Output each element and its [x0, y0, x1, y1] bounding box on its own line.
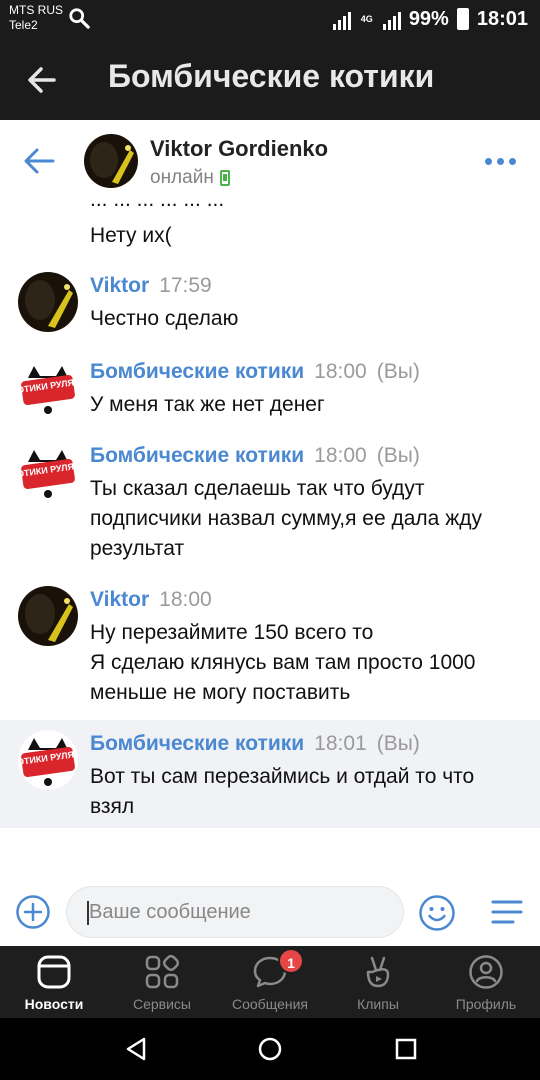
message-input[interactable]: Ваше сообщение: [66, 886, 404, 938]
profile-icon: [469, 955, 503, 989]
message-composer: Ваше сообщение: [0, 880, 540, 946]
message-meta: Бомбические котики 18:01 (Вы): [90, 732, 420, 756]
tab-messages[interactable]: 1 Сообщения: [216, 946, 324, 1018]
page-title: Бомбические котики: [108, 58, 435, 94]
back-arrow-icon[interactable]: [24, 62, 60, 98]
message-author[interactable]: Viktor: [90, 274, 149, 297]
unread-badge: 1: [278, 948, 304, 974]
own-message-marker: (Вы): [376, 444, 420, 467]
clock: 18:01: [476, 7, 528, 30]
tab-label: Профиль: [455, 996, 517, 1012]
chat-header: Viktor Gordienko онлайн: [0, 120, 540, 202]
signal-icon-secondary: [382, 8, 401, 30]
message-item[interactable]: КОТИКИ РУЛЯТ Бомбические котики 18:00 (Вы)…: [0, 436, 540, 566]
avatar[interactable]: [18, 272, 78, 332]
message-author[interactable]: Бомбические котики: [90, 360, 304, 383]
message-text: У меня так же нет денег: [90, 393, 325, 416]
carrier-secondary: Tele2: [9, 18, 38, 32]
message-author[interactable]: Бомбические котики: [90, 732, 304, 755]
online-status: онлайн: [150, 167, 230, 189]
back-triangle-icon[interactable]: [122, 1035, 150, 1063]
signal-icon: [332, 8, 351, 30]
emoji-icon[interactable]: [418, 894, 456, 932]
bottom-tab-bar: Новости Сервисы 1 Сообщения Клипы Профил…: [0, 946, 540, 1018]
network-type: 4G: [360, 13, 373, 24]
add-attachment-icon[interactable]: [15, 894, 51, 930]
own-message-marker: (Вы): [376, 732, 420, 755]
message-input-placeholder: Ваше сообщение: [89, 901, 251, 923]
online-status-text: онлайн: [150, 167, 214, 188]
message-meta: Бомбические котики 18:00 (Вы): [90, 360, 420, 384]
status-bar: MTS RUS Tele2 4G 99% 18:01: [0, 0, 540, 38]
message-time: 18:00: [159, 588, 212, 611]
message-time: 17:59: [159, 274, 212, 297]
avatar[interactable]: [18, 586, 78, 646]
own-message-marker: (Вы): [376, 360, 420, 383]
message-item[interactable]: Viktor 17:59 Честно сделаю: [0, 266, 540, 342]
message-text: Честно сделаю: [90, 307, 239, 330]
tab-label: Клипы: [357, 996, 399, 1012]
status-indicators: 4G 99% 18:01: [332, 0, 528, 38]
message-author[interactable]: Бомбические котики: [90, 444, 304, 467]
group-avatar[interactable]: КОТИКИ РУЛЯТ: [18, 730, 78, 790]
conversation-top-bar: Бомбические котики: [0, 38, 540, 120]
message-text: Ты сказал сделаешь так что будут подписч…: [90, 477, 482, 560]
more-icon[interactable]: [485, 158, 516, 165]
tab-clips[interactable]: Клипы: [324, 946, 432, 1018]
tab-label: Сообщения: [232, 996, 308, 1012]
tab-services[interactable]: Сервисы: [108, 946, 216, 1018]
message-time: 18:00: [314, 444, 367, 467]
avatar[interactable]: [84, 134, 138, 188]
mobile-online-icon: [219, 170, 230, 186]
recents-square-icon[interactable]: [392, 1035, 420, 1063]
group-avatar[interactable]: КОТИКИ РУЛЯТ: [18, 358, 78, 418]
message-meta: Бомбические котики 18:00 (Вы): [90, 444, 420, 468]
contact-name[interactable]: Viktor Gordienko: [150, 136, 328, 162]
message-time: 18:00: [314, 360, 367, 383]
carrier-names: MTS RUS Tele2: [9, 3, 63, 33]
tab-news[interactable]: Новости: [0, 946, 108, 1018]
message-item[interactable]: Viktor 18:00 Ну перезаймите 150 всего то …: [0, 580, 540, 710]
search-icon: [69, 8, 90, 29]
message-meta: Viktor 18:00: [90, 588, 212, 612]
home-circle-icon[interactable]: [256, 1035, 284, 1063]
system-navigation-bar: [0, 1018, 540, 1080]
message-item[interactable]: КОТИКИ РУЛЯТ Бомбические котики 18:00 (Вы)…: [0, 352, 540, 428]
tab-profile[interactable]: Профиль: [432, 946, 540, 1018]
tab-label: Новости: [24, 996, 84, 1012]
battery-icon: [456, 8, 469, 30]
message-menu-icon[interactable]: [490, 897, 524, 927]
message-text: Ну перезаймите 150 всего то Я сделаю кля…: [90, 621, 476, 704]
message-time: 18:01: [314, 732, 367, 755]
message-meta: Viktor 17:59: [90, 274, 212, 298]
group-avatar[interactable]: КОТИКИ РУЛЯТ: [18, 442, 78, 502]
message-list[interactable]: ... ... ... ... ... ... Нету их( Viktor 1…: [0, 202, 540, 880]
services-icon: [145, 954, 180, 989]
message-text: Вот ты сам перезаймись и отдай то что вз…: [90, 765, 475, 818]
message-item[interactable]: КОТИКИ РУЛЯТ Бомбические котики 18:01 (Вы)…: [0, 720, 540, 828]
partial-message-line: ... ... ... ... ... ...: [90, 202, 224, 212]
news-icon: [37, 955, 71, 989]
message-author[interactable]: Viktor: [90, 588, 149, 611]
battery-percent: 99%: [408, 7, 449, 30]
message-text: Нету их(: [90, 224, 172, 247]
carrier-primary: MTS RUS: [9, 3, 63, 17]
back-arrow-icon[interactable]: [22, 146, 56, 176]
clips-icon: [366, 956, 390, 988]
tab-label: Сервисы: [132, 996, 191, 1012]
